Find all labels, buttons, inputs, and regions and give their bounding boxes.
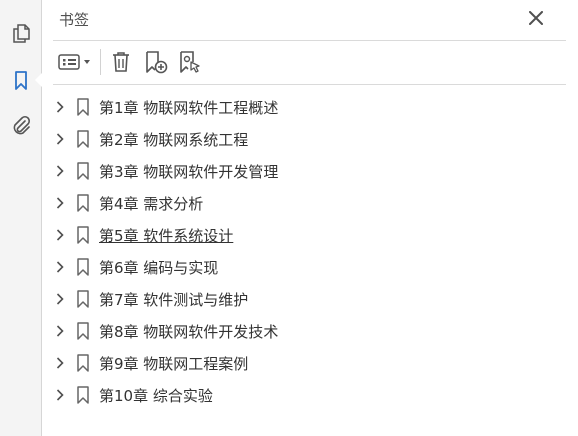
bookmark-icon [77, 290, 89, 308]
navigation-rail [0, 0, 42, 436]
new-bookmark-button[interactable] [143, 49, 169, 75]
close-panel-button[interactable] [527, 9, 545, 27]
bookmark-item-1[interactable]: 第1章 物联网软件工程概述 [43, 91, 578, 123]
bookmark-icon [77, 194, 89, 212]
bookmark-options-button[interactable] [57, 49, 95, 75]
bookmark-icon [77, 226, 89, 244]
panel-title: 书签 [59, 11, 90, 29]
bookmark-list: 第1章 物联网软件工程概述 第2章 物联网系统工程 第3章 物联网软件开发管理 … [43, 91, 578, 411]
new-bookmark-icon [146, 51, 168, 74]
bookmark-label[interactable]: 第6章 编码与实现 [99, 257, 218, 278]
expand-chevron-icon[interactable] [54, 196, 66, 210]
expand-chevron-icon[interactable] [54, 132, 66, 146]
bookmark-item-8[interactable]: 第8章 物联网软件开发技术 [43, 315, 578, 347]
page-thumbnails-icon [13, 24, 30, 43]
toolbar-divider [53, 84, 566, 85]
expand-chevron-icon[interactable] [54, 356, 66, 370]
active-tab-pointer [35, 72, 43, 88]
bookmark-icon [77, 322, 89, 340]
attachments-paperclip-icon [13, 115, 31, 135]
expand-chevron-icon[interactable] [54, 228, 66, 242]
close-icon [529, 11, 543, 25]
bookmark-item-5[interactable]: 第5章 软件系统设计 [43, 219, 578, 251]
bookmark-label[interactable]: 第1章 物联网软件工程概述 [99, 97, 278, 118]
bookmark-from-selection-icon [180, 51, 200, 73]
attachments-button[interactable] [8, 113, 34, 139]
bookmark-from-selection-button[interactable] [177, 49, 203, 75]
bookmark-icon [77, 354, 89, 372]
expand-chevron-icon[interactable] [54, 260, 66, 274]
bookmark-label[interactable]: 第5章 软件系统设计 [99, 225, 233, 246]
expand-chevron-icon[interactable] [54, 388, 66, 402]
bookmark-item-2[interactable]: 第2章 物联网系统工程 [43, 123, 578, 155]
bookmark-item-4[interactable]: 第4章 需求分析 [43, 187, 578, 219]
bookmarks-panel: 书签 第1章 物联网软件工程概述 第2章 物联网系统工程 第3章 物联网软件开发… [43, 0, 578, 436]
bookmark-icon [77, 386, 89, 404]
bookmark-label[interactable]: 第3章 物联网软件开发管理 [99, 161, 278, 182]
bookmarks-icon [15, 71, 27, 90]
bookmark-item-10[interactable]: 第10章 综合实验 [43, 379, 578, 411]
bookmark-label[interactable]: 第2章 物联网系统工程 [99, 129, 248, 150]
bookmark-label[interactable]: 第10章 综合实验 [99, 385, 213, 406]
bookmark-label[interactable]: 第8章 物联网软件开发技术 [99, 321, 278, 342]
bookmarks-button[interactable] [8, 67, 34, 93]
bookmark-item-6[interactable]: 第6章 编码与实现 [43, 251, 578, 283]
bookmark-icon [77, 130, 89, 148]
expand-chevron-icon[interactable] [54, 292, 66, 306]
expand-chevron-icon[interactable] [54, 100, 66, 114]
toolbar-separator [100, 49, 101, 75]
bookmark-icon [77, 258, 89, 276]
page-thumbnails-button[interactable] [8, 20, 34, 46]
bookmark-label[interactable]: 第9章 物联网工程案例 [99, 353, 248, 374]
expand-chevron-icon[interactable] [54, 324, 66, 338]
bookmark-icon [77, 98, 89, 116]
bookmark-item-3[interactable]: 第3章 物联网软件开发管理 [43, 155, 578, 187]
bookmark-options-icon [58, 54, 90, 70]
delete-trash-icon [113, 52, 129, 72]
bookmark-icon [77, 162, 89, 180]
header-divider [53, 40, 566, 41]
bookmark-item-7[interactable]: 第7章 软件测试与维护 [43, 283, 578, 315]
delete-bookmark-button[interactable] [109, 49, 133, 75]
bookmark-label[interactable]: 第7章 软件测试与维护 [99, 289, 248, 310]
bookmark-label[interactable]: 第4章 需求分析 [99, 193, 203, 214]
bookmark-item-9[interactable]: 第9章 物联网工程案例 [43, 347, 578, 379]
expand-chevron-icon[interactable] [54, 164, 66, 178]
